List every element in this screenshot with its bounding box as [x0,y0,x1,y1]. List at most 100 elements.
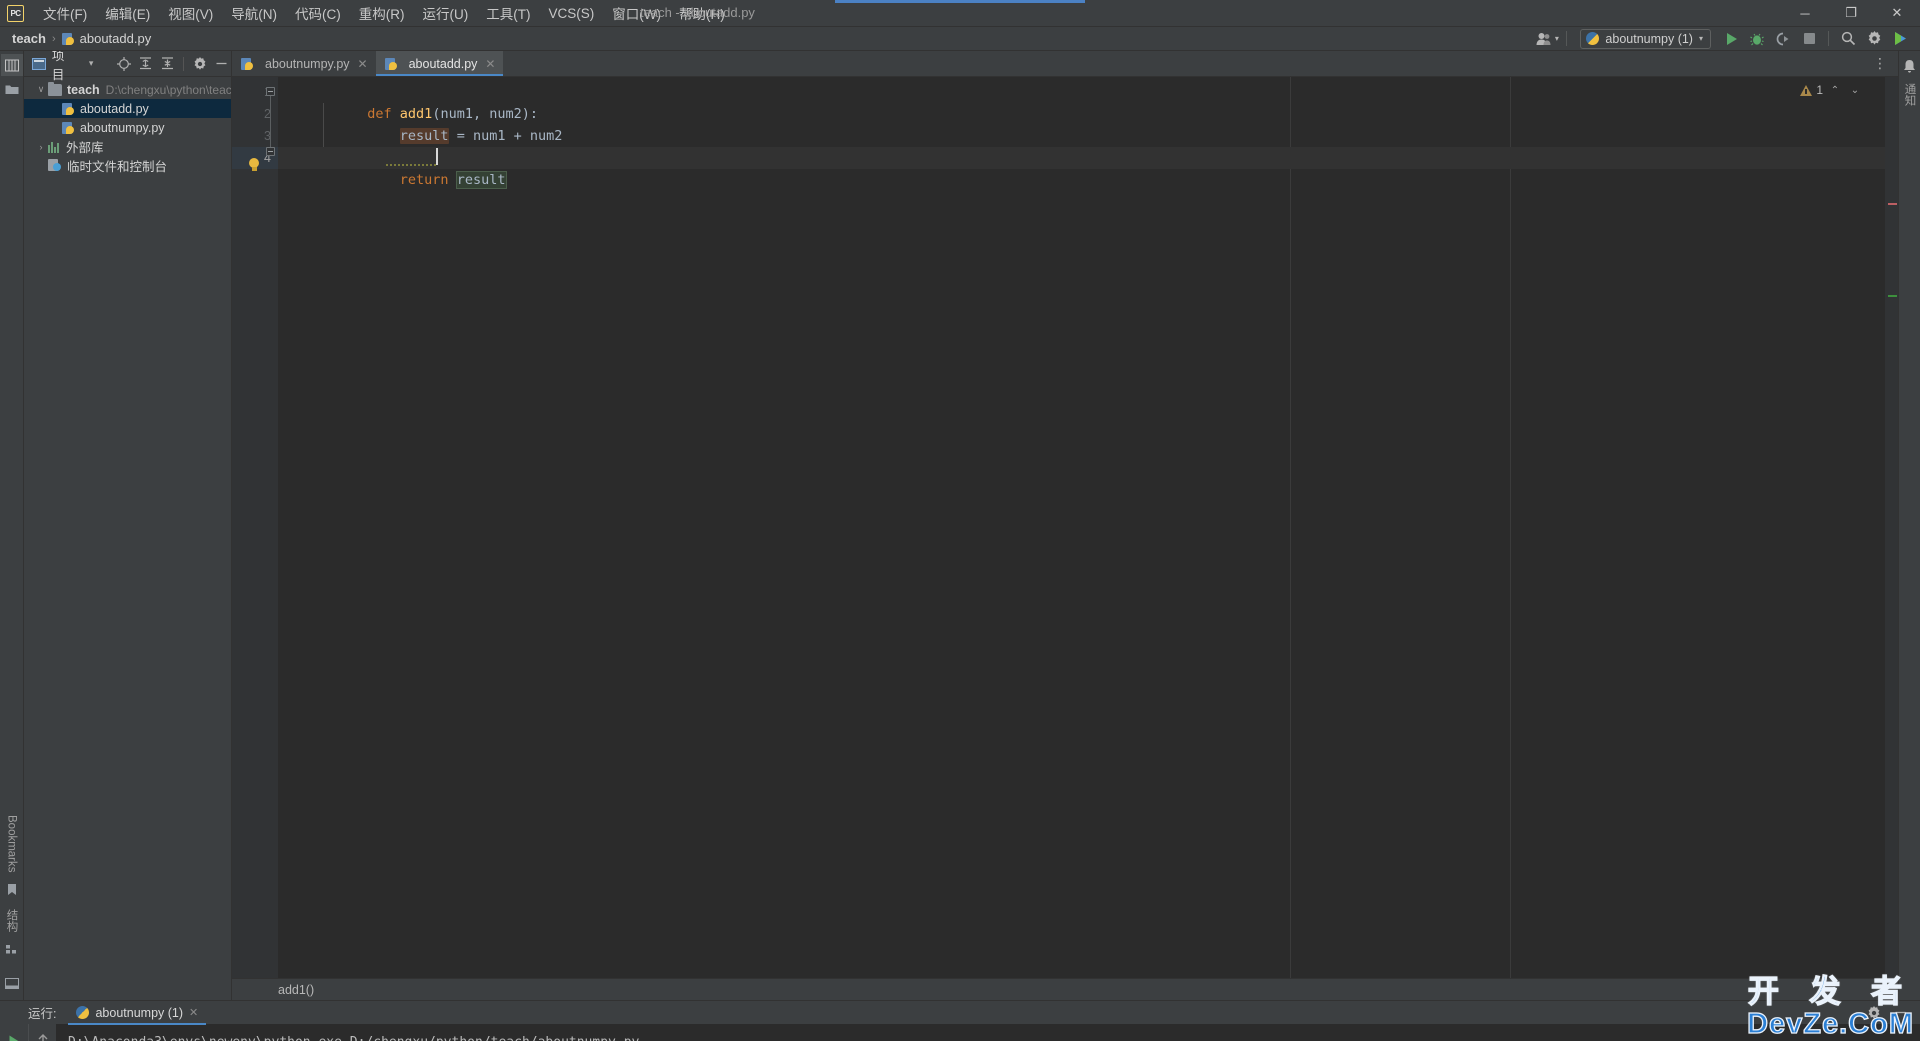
ai-assistant-icon[interactable] [1888,28,1912,50]
commit-tool-icon[interactable] [1,78,23,100]
notifications-bell-icon[interactable] [1899,55,1920,77]
tree-node-external-libraries[interactable]: › 外部库 [24,137,231,156]
gear-icon[interactable] [1862,1002,1886,1024]
code-editor[interactable]: 1 2 3 4 def add1(num1, num2 [232,77,1898,978]
console-command-line: D:\Anaconda3\envs\newenv\python.exe D:/c… [68,1032,1920,1041]
code-line-4[interactable]: return result [278,147,1885,189]
search-icon[interactable] [1836,28,1860,50]
run-tab-aboutnumpy[interactable]: aboutnumpy (1) ✕ [68,1001,207,1025]
run-console-output[interactable]: D:\Anaconda3\envs\newenv\python.exe D:/c… [56,1024,1920,1041]
next-problem-icon[interactable]: ⌄ [1847,82,1863,98]
python-file-icon [384,57,398,71]
breadcrumb-project[interactable]: teach [12,31,46,46]
chevron-down-icon[interactable]: ∨ [34,84,48,95]
run-button[interactable] [1719,28,1743,50]
inspection-squiggle [386,164,436,166]
pycharm-logo-icon: PC [7,4,24,22]
error-stripe-marker-bar[interactable] [1885,77,1898,978]
menu-code[interactable]: 代码(C) [286,0,350,27]
menu-run[interactable]: 运行(U) [414,0,478,27]
close-button[interactable]: ✕ [1874,0,1920,27]
editor-breadcrumb-bar: add1() [232,978,1898,1000]
python-file-icon [62,102,75,116]
code-token-identifier-under-caret: result [455,171,507,189]
tree-node-aboutadd[interactable]: aboutadd.py [24,99,231,118]
editor-gutter[interactable]: 1 2 3 4 [232,77,278,978]
intention-bulb-icon[interactable] [248,158,260,171]
gear-icon[interactable] [1862,28,1886,50]
error-stripe-green[interactable] [1888,295,1897,297]
hide-tool-window-icon[interactable] [1,972,23,994]
editor-tab-aboutadd[interactable]: aboutadd.py ✕ [375,51,504,76]
bookmarks-label: Bookmarks [5,815,18,873]
code-text-area[interactable]: def add1(num1, num2): result = num1 + nu… [278,77,1885,978]
close-icon[interactable]: ✕ [485,57,495,71]
select-opened-file-icon[interactable] [115,54,134,73]
run-tool-window-header: 运行: aboutnumpy (1) ✕ [0,1000,1920,1025]
user-accounts-icon[interactable]: ▾ [1535,28,1559,50]
chevron-right-icon[interactable]: › [34,142,48,152]
menu-tools[interactable]: 工具(T) [477,0,539,27]
hide-panel-icon[interactable] [212,54,231,73]
project-tool-icon[interactable] [0,54,23,76]
project-tree: ∨ teach D:\chengxu\python\teach aboutadd… [24,77,231,1000]
code-line-3[interactable] [278,125,1885,147]
window-title: teach - aboutadd.py [640,5,755,20]
menu-navigate[interactable]: 导航(N) [222,0,286,27]
structure-rail-button[interactable]: 结构 [4,903,20,938]
library-icon [48,141,61,153]
run-with-coverage-button[interactable] [1771,28,1795,50]
tree-node-aboutnumpy[interactable]: aboutnumpy.py [24,118,231,137]
tree-node-scratches[interactable]: 临时文件和控制台 [24,156,231,175]
code-line-1[interactable]: def add1(num1, num2): [278,81,1885,122]
previous-occurrence-button[interactable] [31,1029,55,1041]
navigation-bar: teach › aboutadd.py ▾ aboutnumpy (1) ▾ [0,27,1920,51]
scratches-icon [48,159,62,172]
project-view-icon [30,54,49,73]
expand-all-icon[interactable] [136,54,155,73]
tree-label: aboutadd.py [80,101,149,116]
editor-tab-aboutnumpy[interactable]: aboutnumpy.py ✕ [232,51,376,76]
close-icon[interactable]: ✕ [358,57,368,71]
menu-vcs[interactable]: VCS(S) [540,2,604,25]
rerun-button[interactable] [2,1029,26,1041]
more-actions-icon[interactable]: ⋮ [1868,53,1892,75]
stop-button[interactable] [1797,28,1821,50]
structure-icon[interactable] [1,938,23,960]
titlebar-accent [835,0,1085,3]
menu-file[interactable]: 文件(F) [34,0,96,27]
gear-icon[interactable] [190,54,209,73]
run-left-toolbar [0,1024,28,1041]
tree-label: aboutnumpy.py [80,120,165,135]
minimize-button[interactable]: ─ [1782,0,1828,27]
breadcrumb-file-label: aboutadd.py [79,31,152,46]
hide-panel-icon[interactable] [1888,1002,1912,1024]
tree-node-teach[interactable]: ∨ teach D:\chengxu\python\teach [24,80,231,99]
run-configuration-selector[interactable]: aboutnumpy (1) ▾ [1580,28,1711,49]
menu-edit[interactable]: 编辑(E) [96,0,159,27]
bookmark-icon[interactable] [1,879,23,901]
maximize-button[interactable]: ❐ [1828,0,1874,27]
main-toolbar: ▾ aboutnumpy (1) ▾ [1535,28,1920,50]
previous-problem-icon[interactable]: ⌃ [1827,82,1843,98]
chevron-down-icon[interactable]: ▾ [82,54,101,73]
fold-end-icon[interactable] [266,147,275,156]
menu-view[interactable]: 视图(V) [159,0,222,27]
run-tab-label: aboutnumpy (1) [95,1005,184,1020]
collapse-all-icon[interactable] [158,54,177,73]
bookmarks-rail-button[interactable]: Bookmarks [6,809,18,879]
notifications-rail-label[interactable]: 通知 [1902,83,1918,106]
breadcrumb-file[interactable]: aboutadd.py [61,31,152,46]
breadcrumb-function[interactable]: add1() [278,983,314,997]
editor-tab-bar: aboutnumpy.py ✕ aboutadd.py ✕ ⋮ [232,51,1898,77]
run-window-label: 运行: [28,1007,57,1021]
fold-collapse-icon[interactable] [266,87,275,96]
breadcrumb-separator-icon: › [51,32,56,45]
error-stripe-red[interactable] [1888,203,1897,205]
menu-refactor[interactable]: 重构(R) [350,0,414,27]
close-icon[interactable]: ✕ [189,1006,198,1019]
run-configuration-label: aboutnumpy (1) [1605,31,1693,46]
code-line-2[interactable]: result = num1 + num2 [278,103,1885,144]
debug-button[interactable] [1745,28,1769,50]
